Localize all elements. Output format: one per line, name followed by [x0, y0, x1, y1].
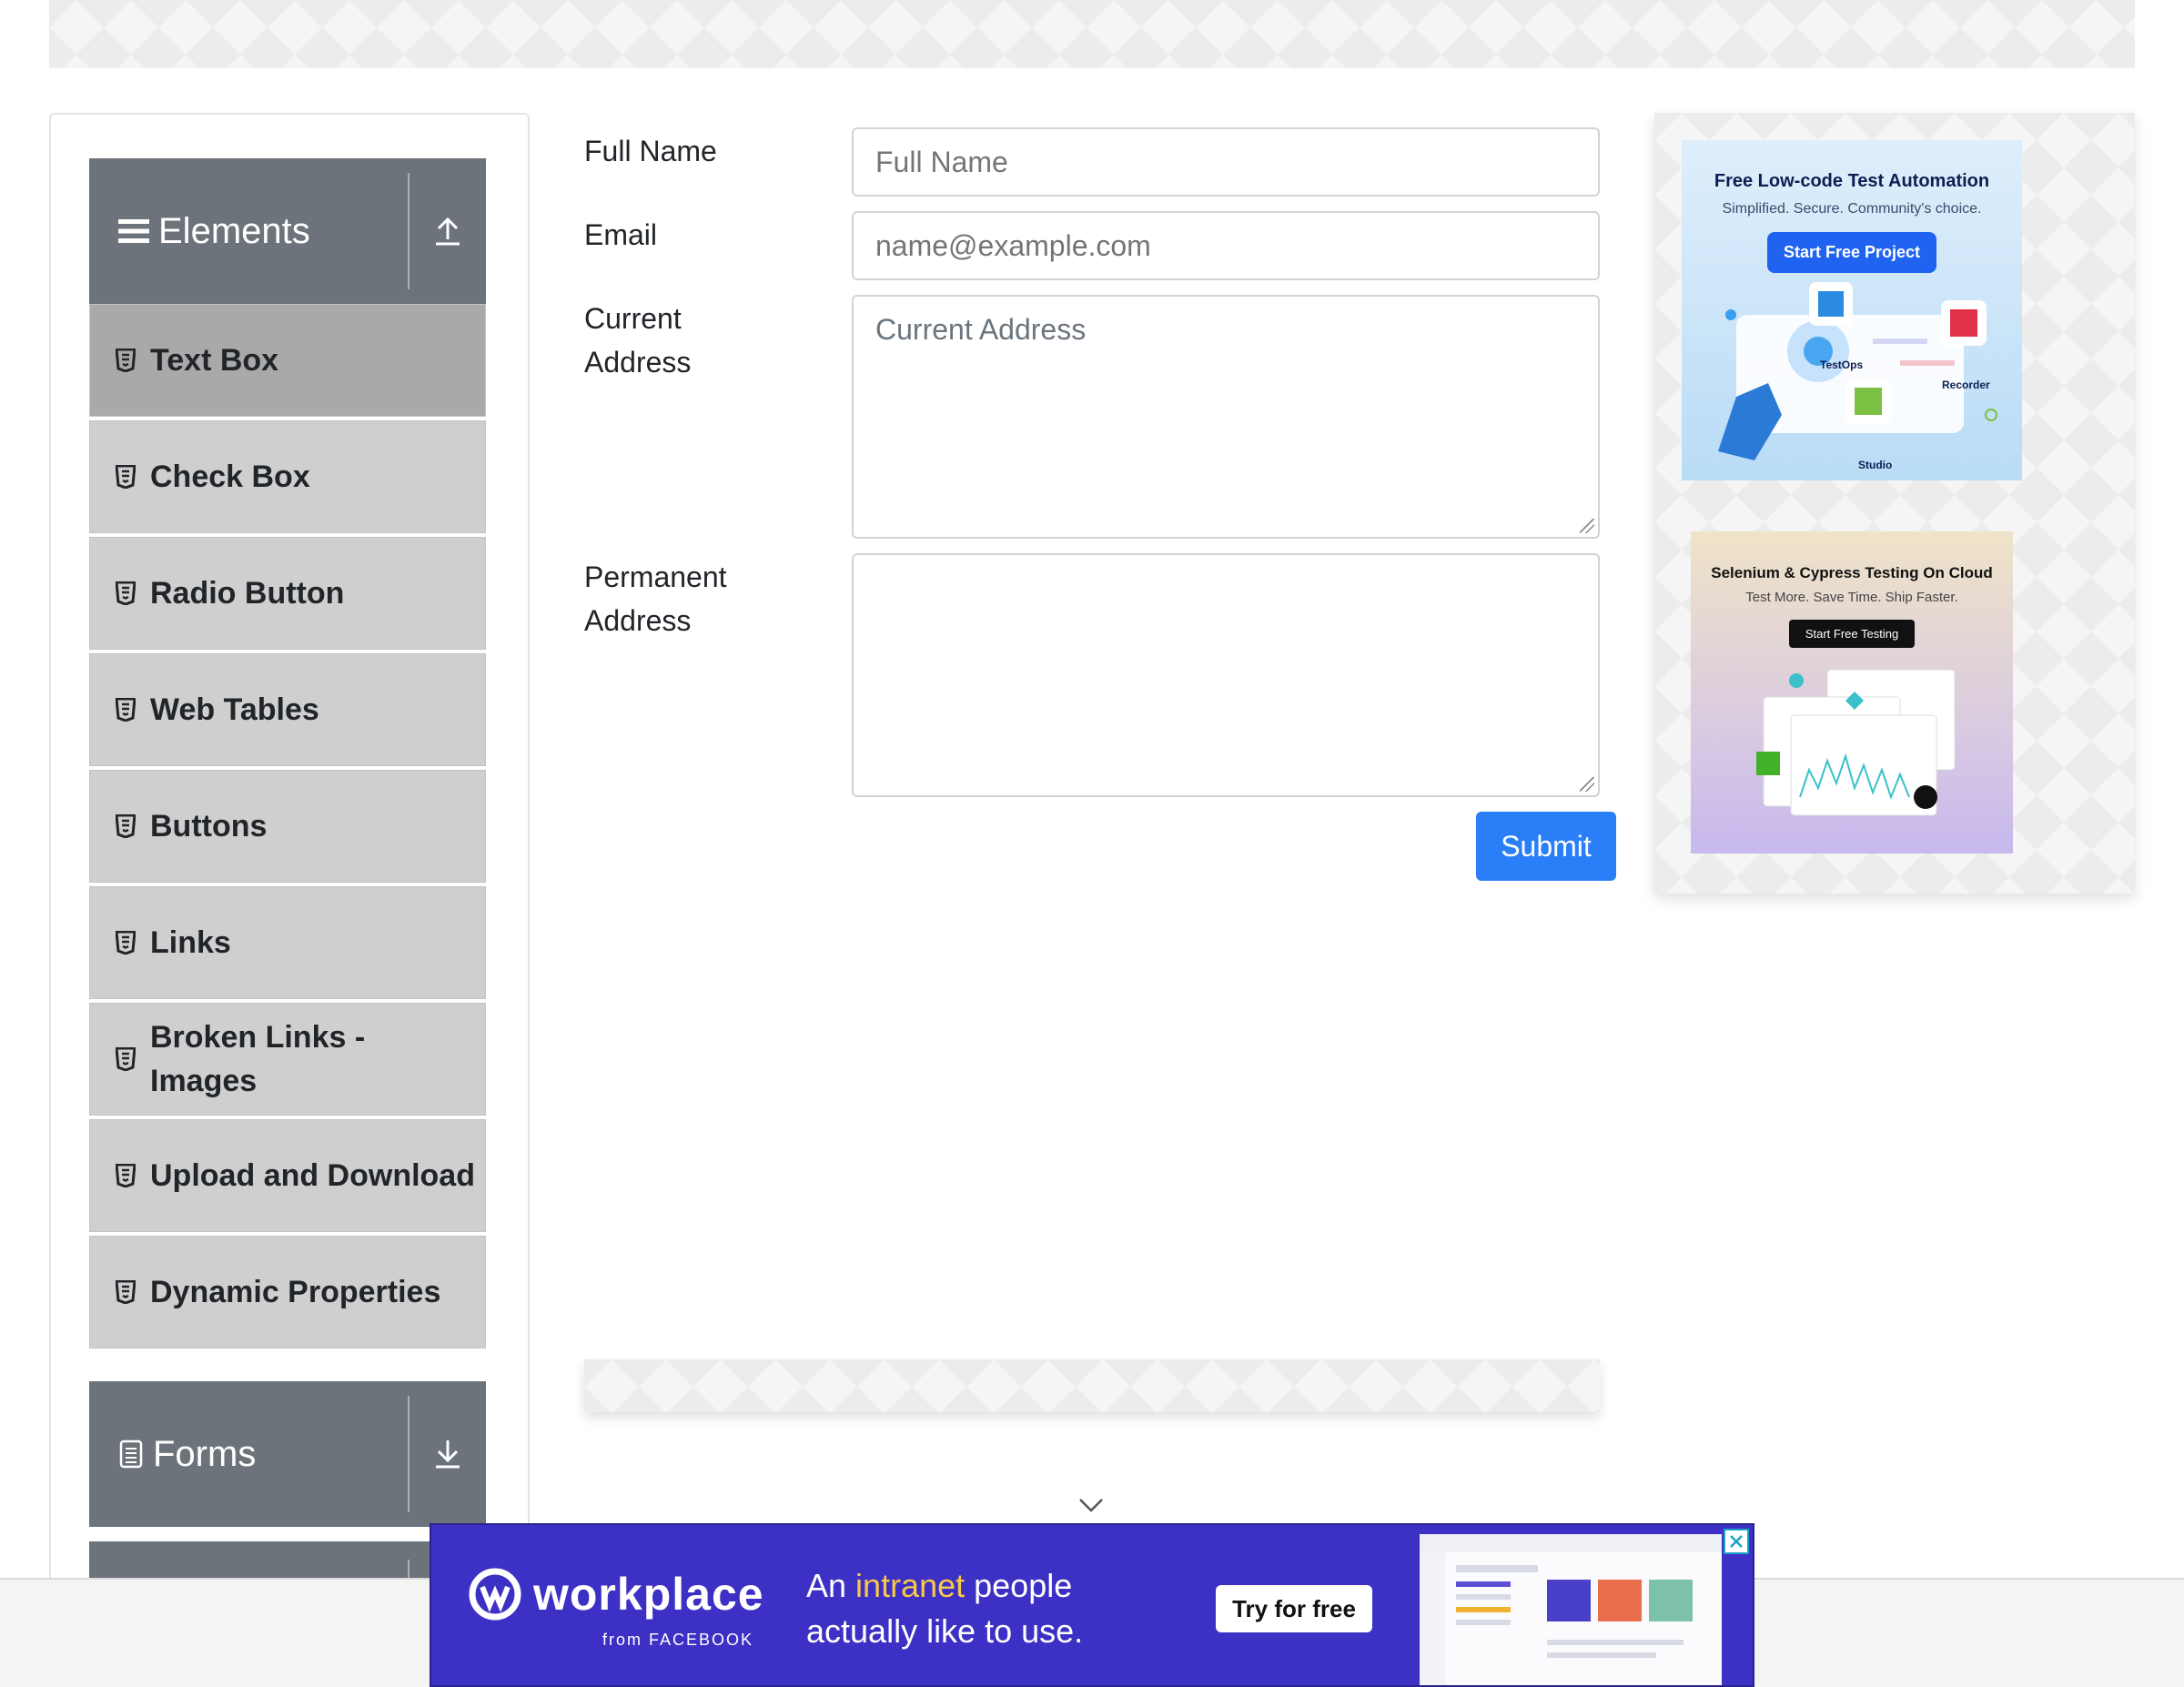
expand-toggle[interactable] [410, 1381, 486, 1527]
sidebar-item-check-box[interactable]: Check Box [89, 420, 486, 533]
elements-menu-list: Text Box Check Box Radio Button Web Tabl… [89, 304, 486, 1352]
sidebar-item-text-box[interactable]: Text Box [89, 304, 486, 417]
try-for-free-button[interactable]: Try for free [1216, 1585, 1372, 1632]
sidebar-item-broken-links[interactable]: Broken Links - Images [89, 1003, 486, 1116]
start-free-project-button[interactable]: Start Free Project [1766, 232, 1937, 273]
sidebar-item-label: Upload and Download [150, 1158, 475, 1193]
tagline-highlight: intranet [855, 1567, 966, 1604]
elements-group-label: Elements [158, 210, 310, 251]
recorder-label: Recorder [1942, 379, 1990, 391]
sidebar-item-buttons[interactable]: Buttons [89, 770, 486, 883]
permanent-address-label: Permanent Address [584, 561, 727, 637]
workplace-logo-icon [469, 1568, 521, 1621]
html5-icon [116, 814, 136, 838]
ad-subtitle: Simplified. Secure. Community's choice. [1722, 201, 1982, 217]
forms-group-header[interactable]: Forms [89, 1381, 486, 1527]
sidebar-item-label: Broken Links - Images [150, 1020, 366, 1098]
ad-title: Selenium & Cypress Testing On Cloud [1711, 564, 1993, 581]
workplace-brand: workplace [533, 1569, 764, 1620]
forms-group-label: Forms [153, 1433, 257, 1474]
forms-group-title: Forms [89, 1381, 408, 1527]
workplace-ad[interactable]: workplace from FACEBOOK An intranet peop… [430, 1523, 1754, 1687]
html5-icon [116, 581, 136, 605]
chevron-down-icon[interactable] [1077, 1496, 1105, 1514]
tagline-part: An [806, 1567, 856, 1604]
sidebar-item-label: Dynamic Properties [150, 1275, 441, 1309]
testops-label: TestOps [1820, 359, 1864, 371]
elements-group-title: Elements [89, 158, 408, 304]
current-address-label: Current Address [584, 302, 692, 379]
sidebar-item-label: Radio Button [150, 576, 345, 611]
sidebar-item-radio-button[interactable]: Radio Button [89, 537, 486, 650]
html5-icon [116, 1047, 136, 1071]
html5-icon [116, 349, 136, 372]
workplace-from: from FACEBOOK [602, 1631, 754, 1649]
start-free-testing-button[interactable]: Start Free Testing [1788, 620, 1916, 648]
lambdatest-ad[interactable]: Selenium & Cypress Testing On Cloud Test… [1691, 531, 2013, 854]
permanent-address-textarea[interactable] [852, 553, 1600, 797]
middle-banner [584, 1359, 1600, 1412]
full-name-label: Full Name [584, 135, 717, 167]
html5-icon [116, 1280, 136, 1304]
email-label: Email [584, 218, 658, 251]
workplace-tagline: An intranet people actually like to use. [806, 1563, 1083, 1654]
workplace-logo: workplace [468, 1567, 764, 1621]
ad-subtitle: Test More. Save Time. Ship Faster. [1745, 590, 1958, 605]
hamburger-icon [118, 219, 149, 243]
html5-icon [116, 698, 136, 722]
submit-button[interactable]: Submit [1476, 812, 1616, 881]
app-preview-illustration [1420, 1534, 1722, 1685]
dashboard-illustration [1756, 669, 1956, 816]
current-address-placeholder: Current Address [875, 313, 1087, 346]
sidebar-item-label: Buttons [150, 809, 268, 844]
workplace-screenshot [1420, 1534, 1722, 1685]
full-name-input[interactable] [852, 127, 1600, 197]
tagline-part: people [965, 1567, 1073, 1604]
sidebar-item-dynamic-properties[interactable]: Dynamic Properties [89, 1236, 486, 1349]
tagline-line2: actually like to use. [806, 1612, 1084, 1650]
download-arrow-icon [436, 1440, 460, 1469]
close-icon [1730, 1535, 1743, 1548]
sidebar-item-links[interactable]: Links [89, 886, 486, 999]
elements-group-header[interactable]: Elements [89, 158, 486, 304]
sidebar-item-label: Check Box [150, 460, 310, 494]
html5-icon [116, 465, 136, 489]
html5-icon [116, 1164, 136, 1187]
resize-handle[interactable] [1580, 777, 1594, 792]
ad-title: Free Low-code Test Automation [1714, 171, 1990, 191]
upload-arrow-icon [436, 217, 460, 246]
top-banner [49, 0, 2135, 68]
collapse-toggle[interactable] [410, 158, 486, 304]
katalon-ad[interactable]: Free Low-code Test Automation Simplified… [1682, 140, 2022, 480]
document-icon [119, 1440, 143, 1469]
email-input[interactable] [852, 211, 1600, 280]
sidebar-item-label: Text Box [150, 343, 279, 378]
sidebar-item-label: Web Tables [150, 692, 319, 727]
current-address-textarea[interactable]: Current Address [852, 295, 1600, 539]
sidebar-item-upload-download[interactable]: Upload and Download [89, 1119, 486, 1232]
studio-label: Studio [1858, 459, 1893, 471]
close-ad-button[interactable] [1724, 1529, 1749, 1554]
html5-icon [116, 931, 136, 955]
resize-handle[interactable] [1580, 519, 1594, 533]
sidebar-item-label: Links [150, 925, 231, 960]
sidebar-item-web-tables[interactable]: Web Tables [89, 653, 486, 766]
